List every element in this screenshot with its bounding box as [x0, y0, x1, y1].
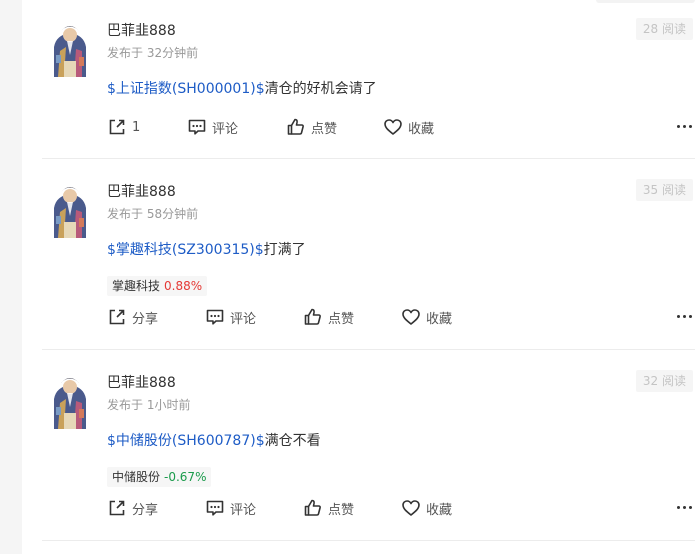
stock-tag-name: 中储股份: [112, 470, 161, 484]
more-options-icon[interactable]: [677, 505, 693, 511]
like-label: 点赞: [328, 311, 355, 327]
post-card: 巴菲韭888 发布于 1小时前 32 阅读 $中储股份(SH600787)$满仓…: [42, 370, 695, 541]
favorite-button[interactable]: 收藏: [383, 116, 434, 138]
stock-quote-tag[interactable]: 中储股份 -0.67%: [107, 467, 212, 487]
view-count-badge: 35 阅读: [635, 179, 693, 201]
thumbs-up-icon: [287, 118, 304, 135]
stock-link[interactable]: $上证指数(SH000001)$: [107, 81, 265, 97]
top-panel-edge: [596, 0, 695, 3]
author-name[interactable]: 巴菲韭888: [107, 373, 176, 393]
like-label: 点赞: [311, 121, 338, 137]
stock-quote-tag[interactable]: 掌趣科技 0.88%: [107, 276, 208, 296]
user-avatar[interactable]: [48, 182, 92, 238]
stock-tag-change: 0.88%: [164, 279, 203, 293]
left-gutter: [0, 0, 22, 554]
user-avatar[interactable]: [48, 373, 92, 429]
comment-button[interactable]: 评论: [205, 306, 256, 328]
comment-button[interactable]: 评论: [187, 116, 238, 138]
user-avatar[interactable]: [48, 21, 92, 77]
favorite-label: 收藏: [426, 502, 453, 518]
more-options-icon[interactable]: [677, 314, 693, 320]
share-button[interactable]: 分享: [107, 306, 158, 328]
comment-button[interactable]: 评论: [205, 497, 256, 519]
heart-icon: [384, 119, 402, 135]
share-icon: [109, 309, 125, 325]
share-button[interactable]: 1: [107, 116, 140, 138]
post-text: 清仓的好机会请了: [264, 81, 377, 97]
post-content: $中储股份(SH600787)$满仓不看: [107, 431, 321, 451]
favorite-label: 收藏: [408, 121, 435, 137]
post-text: 满仓不看: [264, 433, 321, 449]
view-count-badge: 32 阅读: [635, 370, 693, 392]
stock-link[interactable]: $掌趣科技(SZ300315)$: [107, 242, 264, 258]
like-label: 点赞: [328, 502, 355, 518]
comment-label: 评论: [212, 121, 239, 137]
post-card: 巴菲韭888 发布于 58分钟前 35 阅读 $掌趣科技(SZ300315)$打…: [42, 179, 695, 350]
author-name[interactable]: 巴菲韭888: [107, 182, 176, 202]
heart-icon: [402, 309, 420, 325]
like-button[interactable]: 点赞: [303, 497, 354, 519]
more-options-icon[interactable]: [677, 124, 693, 130]
view-count-badge: 28 阅读: [635, 18, 693, 40]
stock-tag-name: 掌趣科技: [112, 279, 161, 293]
thumbs-up-icon: [304, 308, 321, 325]
comment-label: 评论: [230, 311, 257, 327]
share-icon: [109, 119, 125, 135]
post-actions: 1 评论 点赞 收藏: [107, 116, 695, 138]
post-time: 发布于 58分钟前: [107, 207, 199, 221]
share-button[interactable]: 分享: [107, 497, 158, 519]
stock-tag-change: -0.67%: [164, 470, 207, 484]
share-count: 1: [132, 119, 141, 135]
comment-icon: [188, 119, 206, 135]
post-actions: 分享 评论 点赞 收藏: [107, 497, 695, 519]
post-actions: 分享 评论 点赞 收藏: [107, 306, 695, 328]
favorite-button[interactable]: 收藏: [401, 497, 452, 519]
post-time: 发布于 1小时前: [107, 398, 191, 412]
thumbs-up-icon: [304, 499, 321, 516]
like-button[interactable]: 点赞: [303, 306, 354, 328]
post-text: 打满了: [263, 242, 306, 258]
stock-link[interactable]: $中储股份(SH600787)$: [107, 433, 265, 449]
share-label: 分享: [132, 502, 159, 518]
post-time: 发布于 32分钟前: [107, 46, 199, 60]
like-button[interactable]: 点赞: [286, 116, 337, 138]
share-icon: [109, 500, 125, 516]
post-card: 巴菲韭888 发布于 32分钟前 28 阅读 $上证指数(SH000001)$清…: [42, 18, 695, 159]
comment-icon: [206, 500, 224, 516]
author-name[interactable]: 巴菲韭888: [107, 21, 176, 41]
feed-page: 巴菲韭888 发布于 32分钟前 28 阅读 $上证指数(SH000001)$清…: [0, 0, 695, 554]
post-content: $上证指数(SH000001)$清仓的好机会请了: [107, 79, 377, 99]
post-content: $掌趣科技(SZ300315)$打满了: [107, 240, 306, 260]
favorite-button[interactable]: 收藏: [401, 306, 452, 328]
heart-icon: [402, 500, 420, 516]
share-label: 分享: [132, 311, 159, 327]
favorite-label: 收藏: [426, 311, 453, 327]
comment-label: 评论: [230, 502, 257, 518]
comment-icon: [206, 309, 224, 325]
